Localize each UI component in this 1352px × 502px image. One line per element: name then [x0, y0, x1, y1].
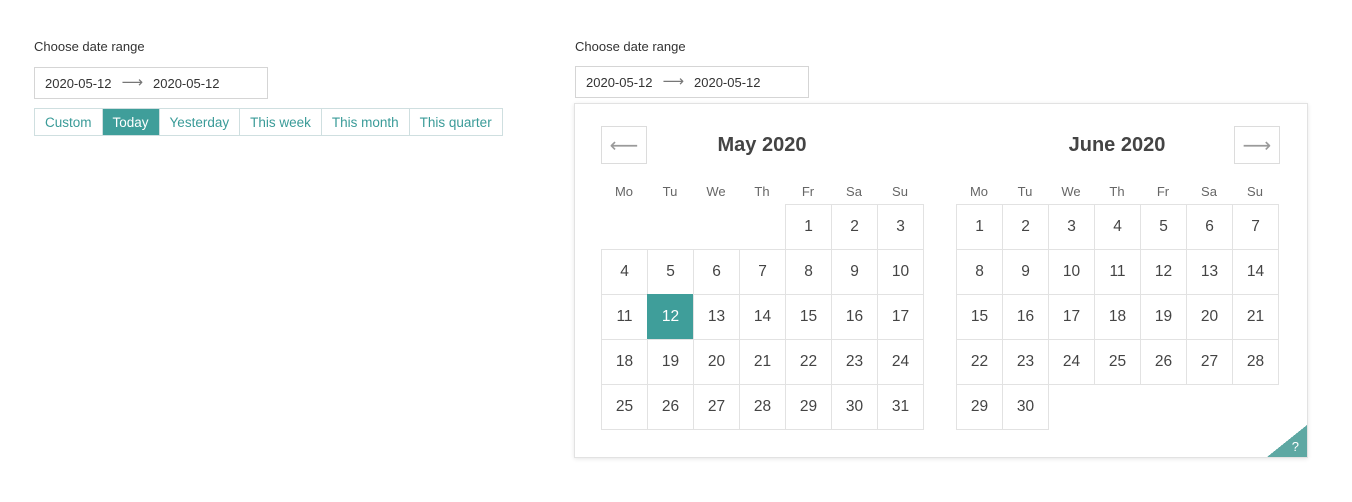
day-cell[interactable]: 24 [877, 339, 924, 385]
day-cell[interactable]: 12 [1140, 249, 1187, 295]
day-cell[interactable]: 19 [647, 339, 694, 385]
day-cell[interactable]: 14 [1232, 249, 1279, 295]
day-cell[interactable]: 22 [785, 339, 832, 385]
day-cell[interactable]: 1 [956, 204, 1003, 250]
arrow-right-icon: ⟶ [662, 72, 685, 90]
weekday-label: Mo [614, 184, 634, 199]
weekday-label: We [706, 184, 726, 199]
weekday-label: Sa [1201, 184, 1217, 199]
day-cell[interactable]: 7 [739, 249, 786, 295]
day-cell[interactable]: 5 [1140, 204, 1187, 250]
day-cell[interactable]: 1 [785, 204, 832, 250]
day-cell[interactable]: 6 [1186, 204, 1233, 250]
day-cell[interactable]: 29 [956, 384, 1003, 430]
day-cell[interactable]: 8 [956, 249, 1003, 295]
day-cell[interactable]: 17 [877, 294, 924, 340]
calendar-popup: ⟵ ⟶ ? May 2020 Mo Tu We Th Fr Sa Su 1 2 3 4 5 6 7 8 9 10 1… [574, 103, 1308, 458]
day-cell[interactable]: 2 [831, 204, 878, 250]
day-cell[interactable]: 4 [1094, 204, 1141, 250]
day-cell[interactable]: 9 [831, 249, 878, 295]
left-date-range-input[interactable]: 2020-05-12 ⟶ 2020-05-12 [34, 67, 268, 99]
day-cell[interactable]: 30 [831, 384, 878, 430]
preset-yesterday-button[interactable]: Yesterday [159, 109, 241, 135]
day-cell[interactable]: 28 [1232, 339, 1279, 385]
day-cell[interactable]: 12 [647, 294, 694, 340]
day-cell[interactable]: 3 [877, 204, 924, 250]
day-cell[interactable]: 18 [1094, 294, 1141, 340]
day-cell[interactable]: 19 [1140, 294, 1187, 340]
day-cell[interactable]: 14 [739, 294, 786, 340]
weekday-label: Tu [1017, 184, 1033, 199]
weekday-label: Fr [1156, 184, 1170, 199]
month-title: May 2020 [717, 134, 807, 156]
day-cell[interactable]: 16 [831, 294, 878, 340]
day-cell[interactable]: 8 [785, 249, 832, 295]
day-cell[interactable]: 10 [1048, 249, 1095, 295]
day-cell[interactable]: 2 [1002, 204, 1049, 250]
day-cell[interactable]: 16 [1002, 294, 1049, 340]
help-button[interactable]: ? [1267, 425, 1307, 457]
day-cell[interactable]: 27 [1186, 339, 1233, 385]
day-cell[interactable]: 30 [1002, 384, 1049, 430]
weekday-label: Th [1109, 184, 1125, 199]
day-cell[interactable]: 13 [693, 294, 740, 340]
day-cell[interactable]: 20 [1186, 294, 1233, 340]
left-range-label: Choose date range [34, 39, 145, 54]
left-end-date[interactable]: 2020-05-12 [153, 76, 220, 91]
right-range-label: Choose date range [575, 39, 686, 54]
day-cell[interactable]: 26 [647, 384, 694, 430]
day-cell[interactable]: 21 [739, 339, 786, 385]
preset-custom-button[interactable]: Custom [35, 109, 103, 135]
day-cell[interactable]: 17 [1048, 294, 1095, 340]
weekday-label: Fr [801, 184, 815, 199]
day-cell[interactable]: 28 [739, 384, 786, 430]
day-cell[interactable]: 11 [1094, 249, 1141, 295]
day-cell[interactable]: 25 [1094, 339, 1141, 385]
left-start-date[interactable]: 2020-05-12 [45, 76, 112, 91]
weekday-label: We [1061, 184, 1081, 199]
preset-this-week-button[interactable]: This week [240, 109, 322, 135]
day-cell[interactable]: 11 [601, 294, 648, 340]
right-date-range-input[interactable]: 2020-05-12 ⟶ 2020-05-12 [575, 66, 809, 98]
weekday-label: Mo [969, 184, 989, 199]
weekday-label: Th [754, 184, 770, 199]
day-cell[interactable]: 26 [1140, 339, 1187, 385]
day-cell[interactable]: 15 [956, 294, 1003, 340]
day-cell[interactable]: 13 [1186, 249, 1233, 295]
day-cell[interactable]: 23 [1002, 339, 1049, 385]
day-cell[interactable]: 21 [1232, 294, 1279, 340]
day-cell[interactable]: 6 [693, 249, 740, 295]
day-cell[interactable]: 27 [693, 384, 740, 430]
day-cell[interactable]: 15 [785, 294, 832, 340]
day-cell[interactable]: 10 [877, 249, 924, 295]
preset-this-quarter-button[interactable]: This quarter [409, 109, 502, 135]
day-cell[interactable]: 24 [1048, 339, 1095, 385]
month-title: June 2020 [1068, 134, 1166, 156]
right-start-date[interactable]: 2020-05-12 [586, 75, 653, 90]
day-cell[interactable]: 9 [1002, 249, 1049, 295]
day-cell[interactable]: 18 [601, 339, 648, 385]
day-cell[interactable]: 22 [956, 339, 1003, 385]
day-cell[interactable]: 31 [877, 384, 924, 430]
right-end-date[interactable]: 2020-05-12 [694, 75, 761, 90]
day-cell[interactable]: 29 [785, 384, 832, 430]
day-cell[interactable]: 3 [1048, 204, 1095, 250]
help-icon: ? [1291, 439, 1299, 454]
day-cell[interactable]: 20 [693, 339, 740, 385]
day-cell[interactable]: 4 [601, 249, 648, 295]
day-cell[interactable]: 7 [1232, 204, 1279, 250]
weekday-label: Su [892, 184, 908, 199]
weekday-label: Su [1247, 184, 1263, 199]
weekday-label: Tu [662, 184, 678, 199]
day-cell[interactable]: 5 [647, 249, 694, 295]
day-cell[interactable]: 25 [601, 384, 648, 430]
arrow-right-icon: ⟶ [121, 73, 144, 91]
preset-range-group: Custom Today Yesterday This week This month T… [34, 108, 503, 136]
day-cell[interactable]: 23 [831, 339, 878, 385]
preset-this-month-button[interactable]: This month [321, 109, 410, 135]
weekday-label: Sa [846, 184, 862, 199]
preset-today-button[interactable]: Today [102, 109, 160, 135]
